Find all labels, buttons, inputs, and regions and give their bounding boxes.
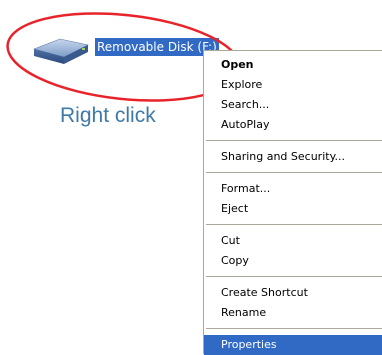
menu-item-format[interactable]: Format...	[204, 179, 382, 199]
menu-item-open[interactable]: Open	[204, 55, 382, 75]
menu-separator	[206, 140, 382, 141]
menu-item-autoplay[interactable]: AutoPlay	[204, 115, 382, 135]
removable-disk-icon[interactable]	[30, 35, 92, 67]
menu-item-explore[interactable]: Explore	[204, 75, 382, 95]
menu-separator	[206, 276, 382, 277]
menu-item-sharing-security[interactable]: Sharing and Security...	[204, 147, 382, 167]
context-menu: Open Explore Search... AutoPlay Sharing …	[203, 50, 382, 355]
right-click-annotation: Right click	[60, 104, 156, 127]
menu-item-search[interactable]: Search...	[204, 95, 382, 115]
menu-separator	[206, 172, 382, 173]
menu-item-eject[interactable]: Eject	[204, 199, 382, 219]
menu-item-rename[interactable]: Rename	[204, 303, 382, 323]
drive-label[interactable]: Removable Disk (F:)	[95, 38, 219, 56]
menu-item-cut[interactable]: Cut	[204, 231, 382, 251]
menu-separator	[206, 224, 382, 225]
menu-item-properties[interactable]: Properties	[204, 335, 382, 355]
menu-item-create-shortcut[interactable]: Create Shortcut	[204, 283, 382, 303]
menu-separator	[206, 328, 382, 329]
menu-item-copy[interactable]: Copy	[204, 251, 382, 271]
